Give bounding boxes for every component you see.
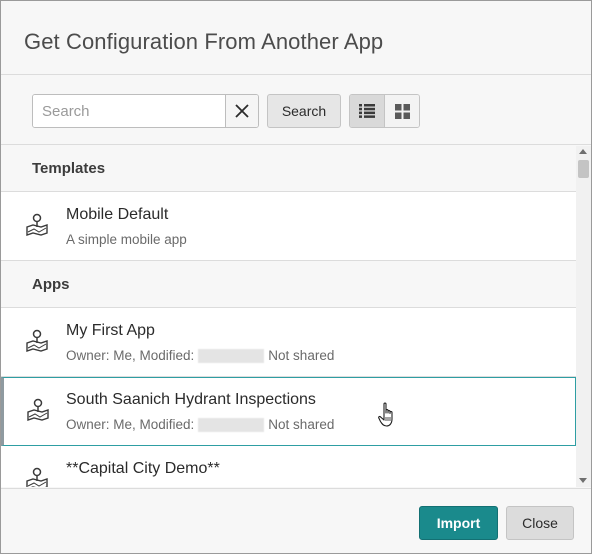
shared-status: Not shared: [268, 417, 335, 432]
list-icon: [359, 104, 375, 118]
hand-cursor-icon: [378, 402, 393, 427]
configuration-dialog: Get Configuration From Another App Searc…: [0, 0, 592, 554]
item-title: Mobile Default: [66, 206, 169, 223]
scroll-down-arrow-icon[interactable]: [579, 478, 587, 483]
list-item-mobile-default[interactable]: Mobile Default A simple mobile app: [1, 192, 576, 261]
scroll-thumb[interactable]: [578, 160, 589, 178]
templates-section-header: Templates: [1, 146, 576, 192]
item-subtitle: Owner: Me, Modified: Not shared: [66, 417, 335, 433]
redacted-date: [198, 418, 265, 433]
map-pin-icon: [26, 329, 48, 352]
import-button[interactable]: Import: [419, 506, 498, 540]
item-title: My First App: [66, 322, 155, 339]
view-toggle: [349, 94, 420, 128]
search-button[interactable]: Search: [267, 94, 341, 128]
apps-section-header: Apps: [1, 261, 576, 308]
list-item-capital-city-demo[interactable]: **Capital City Demo**: [1, 446, 576, 487]
map-pin-icon: [26, 467, 48, 487]
scroll-up-arrow-icon[interactable]: [579, 149, 587, 154]
owner-text: Owner: Me, Modified:: [66, 348, 195, 363]
list-scrollbar[interactable]: [576, 146, 591, 487]
list-item-south-saanich[interactable]: South Saanich Hydrant Inspections Owner:…: [1, 377, 576, 446]
item-title: **Capital City Demo**: [66, 460, 220, 477]
item-title: South Saanich Hydrant Inspections: [66, 391, 316, 408]
item-subtitle: Owner: Me, Modified: Not shared: [66, 348, 335, 364]
map-pin-icon: [26, 213, 48, 236]
toolbar: Search: [1, 76, 591, 145]
grid-view-button[interactable]: [385, 95, 419, 127]
clear-search-button[interactable]: [225, 95, 258, 127]
list-view-button[interactable]: [350, 95, 385, 127]
close-icon: [235, 104, 249, 118]
owner-text: Owner: Me, Modified:: [66, 417, 195, 432]
app-list: Templates Mobile Default A simple mobile…: [1, 146, 591, 487]
dialog-title: Get Configuration From Another App: [24, 29, 384, 54]
item-subtitle: A simple mobile app: [66, 232, 187, 247]
search-box: [32, 94, 259, 128]
dialog-header: Get Configuration From Another App: [1, 1, 591, 75]
grid-icon: [395, 103, 410, 119]
dialog-footer: Import Close: [1, 488, 591, 553]
close-button[interactable]: Close: [506, 506, 574, 540]
redacted-date: [198, 349, 265, 364]
list-item-my-first-app[interactable]: My First App Owner: Me, Modified: Not sha…: [1, 308, 576, 377]
search-input[interactable]: [33, 95, 225, 127]
map-pin-icon: [27, 398, 49, 421]
shared-status: Not shared: [268, 348, 335, 363]
